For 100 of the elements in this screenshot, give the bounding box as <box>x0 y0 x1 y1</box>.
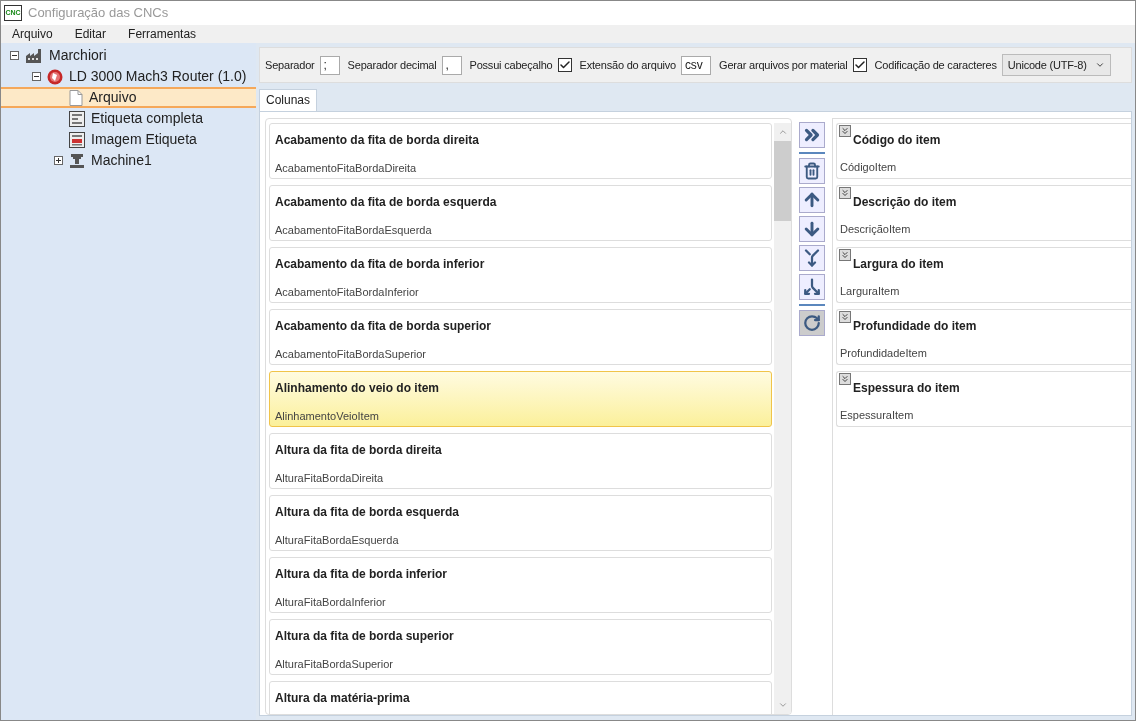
column-card[interactable]: Profundidade do item ProfundidadeItem <box>836 309 1131 365</box>
column-title: Espessura do item <box>853 381 960 395</box>
tree-label: LD 3000 Mach3 Router (1.0) <box>69 67 247 86</box>
column-card[interactable]: Largura do item LarguraItem <box>836 247 1131 303</box>
menu-item[interactable]: Editar <box>63 25 118 43</box>
column-card[interactable]: Acabamento da fita de borda superior AcabamentoFitaBordaSuperior <box>269 309 772 365</box>
column-key: DescriçãoItem <box>837 223 1131 236</box>
double-chevron-down-icon <box>840 126 850 136</box>
scrollbar[interactable] <box>774 123 791 714</box>
column-key: CódigoItem <box>837 161 1131 174</box>
column-card[interactable]: Altura da fita de borda direita AlturaFitaBordaDireita <box>269 433 772 489</box>
field-label: Gerar arquivos por material <box>719 57 848 73</box>
merge-icon <box>803 249 821 267</box>
column-key: AlinhamentoVeioItem <box>275 410 766 423</box>
column-title: Largura do item <box>853 257 944 271</box>
column-key: AlturaFitaBordaEsquerda <box>275 534 766 547</box>
checkbox[interactable] <box>852 58 867 72</box>
text-field[interactable]: ; <box>319 55 340 75</box>
split-icon <box>803 278 821 296</box>
window-title: Configuração das CNCs <box>28 4 169 23</box>
column-key: ProfundidadeItem <box>837 347 1131 360</box>
scroll-down-icon <box>777 700 788 710</box>
column-card[interactable]: Espessura do item EspessuraItem <box>836 371 1131 427</box>
column-key: AcabamentoFitaBordaDireita <box>275 162 766 175</box>
column-title: Profundidade do item <box>853 319 977 333</box>
double-chevron-down-icon <box>840 312 850 322</box>
double-chevron-down-icon <box>840 250 850 260</box>
column-card[interactable]: Acabamento da fita de borda direita AcabamentoFitaBordaDireita <box>269 123 772 179</box>
column-title: Acabamento da fita de borda superior <box>275 319 493 333</box>
tree-item[interactable]: LD 3000 Mach3 Router (1.0) <box>1 66 256 87</box>
column-key: AcabamentoFitaBordaInferior <box>275 286 766 299</box>
column-card[interactable]: Altura da fita de borda inferior AlturaFitaBordaInferior <box>269 557 772 613</box>
field-label: Separador <box>265 57 315 73</box>
column-card[interactable]: Altura da fita de borda superior AlturaFitaBordaSuperior <box>269 619 772 675</box>
menu-item[interactable]: Arquivo <box>1 25 64 43</box>
column-key: AcabamentoFitaBordaEsquerda <box>275 224 766 237</box>
column-title: Acabamento da fita de borda esquerda <box>275 195 498 209</box>
menu-item[interactable]: Ferramentas <box>117 25 208 43</box>
tree-item[interactable]: Arquivo <box>1 87 256 108</box>
collapse-icon[interactable] <box>9 51 19 60</box>
field-label: Extensão do arquivo <box>579 57 677 73</box>
refresh-button[interactable] <box>799 310 825 336</box>
text-field[interactable]: csv <box>681 55 712 75</box>
document-icon <box>69 89 83 106</box>
label-icon <box>69 110 85 127</box>
tab[interactable]: Colunas <box>259 89 318 111</box>
move-up-button[interactable] <box>799 187 825 213</box>
field-label: Separador decimal <box>347 57 437 73</box>
collapse-icon[interactable] <box>31 72 41 81</box>
tree-item[interactable]: Machine1 <box>1 150 256 171</box>
column-card[interactable]: Altura da fita de borda esquerda AlturaFitaBordaEsquerda <box>269 495 772 551</box>
column-key: AlturaFitaBordaSuperior <box>275 658 766 671</box>
move-down-button[interactable] <box>799 216 825 242</box>
column-card[interactable]: Acabamento da fita de borda esquerda AcabamentoFitaBordaEsquerda <box>269 185 772 241</box>
add-button[interactable] <box>799 122 825 148</box>
column-key: LarguraItem <box>837 285 1131 298</box>
tree-item[interactable]: Imagem Etiqueta <box>1 129 256 150</box>
dropdown[interactable]: Unicode (UTF-8) <box>1001 54 1111 76</box>
tree-label: Etiqueta completa <box>91 109 204 128</box>
text-field[interactable]: , <box>441 55 462 75</box>
double-chevron-down-icon <box>840 188 850 198</box>
scroll-up-icon <box>777 127 788 137</box>
column-card[interactable]: Acabamento da fita de borda inferior AcabamentoFitaBordaInferior <box>269 247 772 303</box>
column-title: Código do item <box>853 133 941 147</box>
column-card[interactable]: Descrição do item DescriçãoItem <box>836 185 1131 241</box>
delete-button[interactable] <box>799 158 825 184</box>
column-title: Acabamento da fita de borda inferior <box>275 257 486 271</box>
machine-icon <box>47 68 63 85</box>
column-title: Altura da matéria-prima <box>275 691 411 705</box>
column-key: AcabamentoFitaBordaSuperior <box>275 348 766 361</box>
tree-label: Imagem Etiqueta <box>91 130 197 149</box>
split-button[interactable] <box>799 274 825 300</box>
tree-item[interactable]: Marchiori <box>1 45 256 66</box>
column-title: Descrição do item <box>853 195 957 209</box>
tree-label: Machine1 <box>91 151 152 170</box>
merge-button[interactable] <box>799 245 825 271</box>
label-image-icon <box>69 131 85 148</box>
checkbox[interactable] <box>557 58 572 72</box>
field-label: Codificação de caracteres <box>874 57 997 73</box>
column-title: Altura da fita de borda inferior <box>275 567 449 581</box>
caret-icon <box>1094 60 1105 70</box>
scrollbar-thumb[interactable] <box>774 141 791 221</box>
factory-icon <box>25 47 43 64</box>
column-card[interactable]: Alinhamento do veio do item AlinhamentoVeioItem <box>269 371 772 427</box>
column-card[interactable]: Código do item CódigoItem <box>836 123 1131 179</box>
trash-icon <box>803 162 821 180</box>
field-label: Possui cabeçalho <box>469 57 553 73</box>
column-key: AlturaFitaBordaInferior <box>275 596 766 609</box>
column-title: Alinhamento do veio do item <box>275 381 440 395</box>
tree-item[interactable]: Etiqueta completa <box>1 108 256 129</box>
column-card[interactable]: Altura da matéria-prima <box>269 681 772 714</box>
column-title: Altura da fita de borda esquerda <box>275 505 461 519</box>
double-chevron-down-icon <box>840 374 850 384</box>
column-title: Altura da fita de borda superior <box>275 629 455 643</box>
column-title: Altura da fita de borda direita <box>275 443 443 457</box>
expand-icon[interactable] <box>53 156 63 165</box>
tree-label: Marchiori <box>49 46 107 65</box>
column-title: Acabamento da fita de borda direita <box>275 133 481 147</box>
router-machine-icon <box>69 152 85 169</box>
tree-label: Arquivo <box>89 88 137 107</box>
